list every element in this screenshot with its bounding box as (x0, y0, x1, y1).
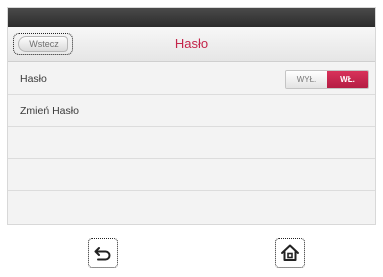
device-screen: Wstecz Hasło Hasło WYŁ. WŁ. Zmień Hasło (7, 7, 376, 225)
list-item-empty (8, 127, 375, 159)
home-icon (281, 244, 299, 261)
change-password-label: Zmień Hasło (20, 105, 79, 117)
nav-back-button[interactable] (88, 238, 118, 268)
list-item-change-password[interactable]: Zmień Hasło (8, 95, 375, 127)
password-label: Hasło (20, 73, 47, 85)
list-item-empty (8, 159, 375, 191)
toggle-on-option[interactable]: WŁ. (327, 71, 368, 88)
nav-home-button[interactable] (275, 238, 305, 268)
password-toggle[interactable]: WYŁ. WŁ. (285, 70, 369, 89)
settings-list: Hasło WYŁ. WŁ. Zmień Hasło (8, 63, 375, 223)
page-title: Hasło (174, 36, 209, 51)
toggle-off-option[interactable]: WYŁ. (286, 71, 327, 88)
title-bar: Wstecz Hasło (8, 27, 375, 62)
list-item-empty (8, 191, 375, 223)
list-item-password: Hasło WYŁ. WŁ. (8, 63, 375, 95)
return-arrow-icon (94, 247, 111, 261)
status-bar (8, 8, 375, 27)
